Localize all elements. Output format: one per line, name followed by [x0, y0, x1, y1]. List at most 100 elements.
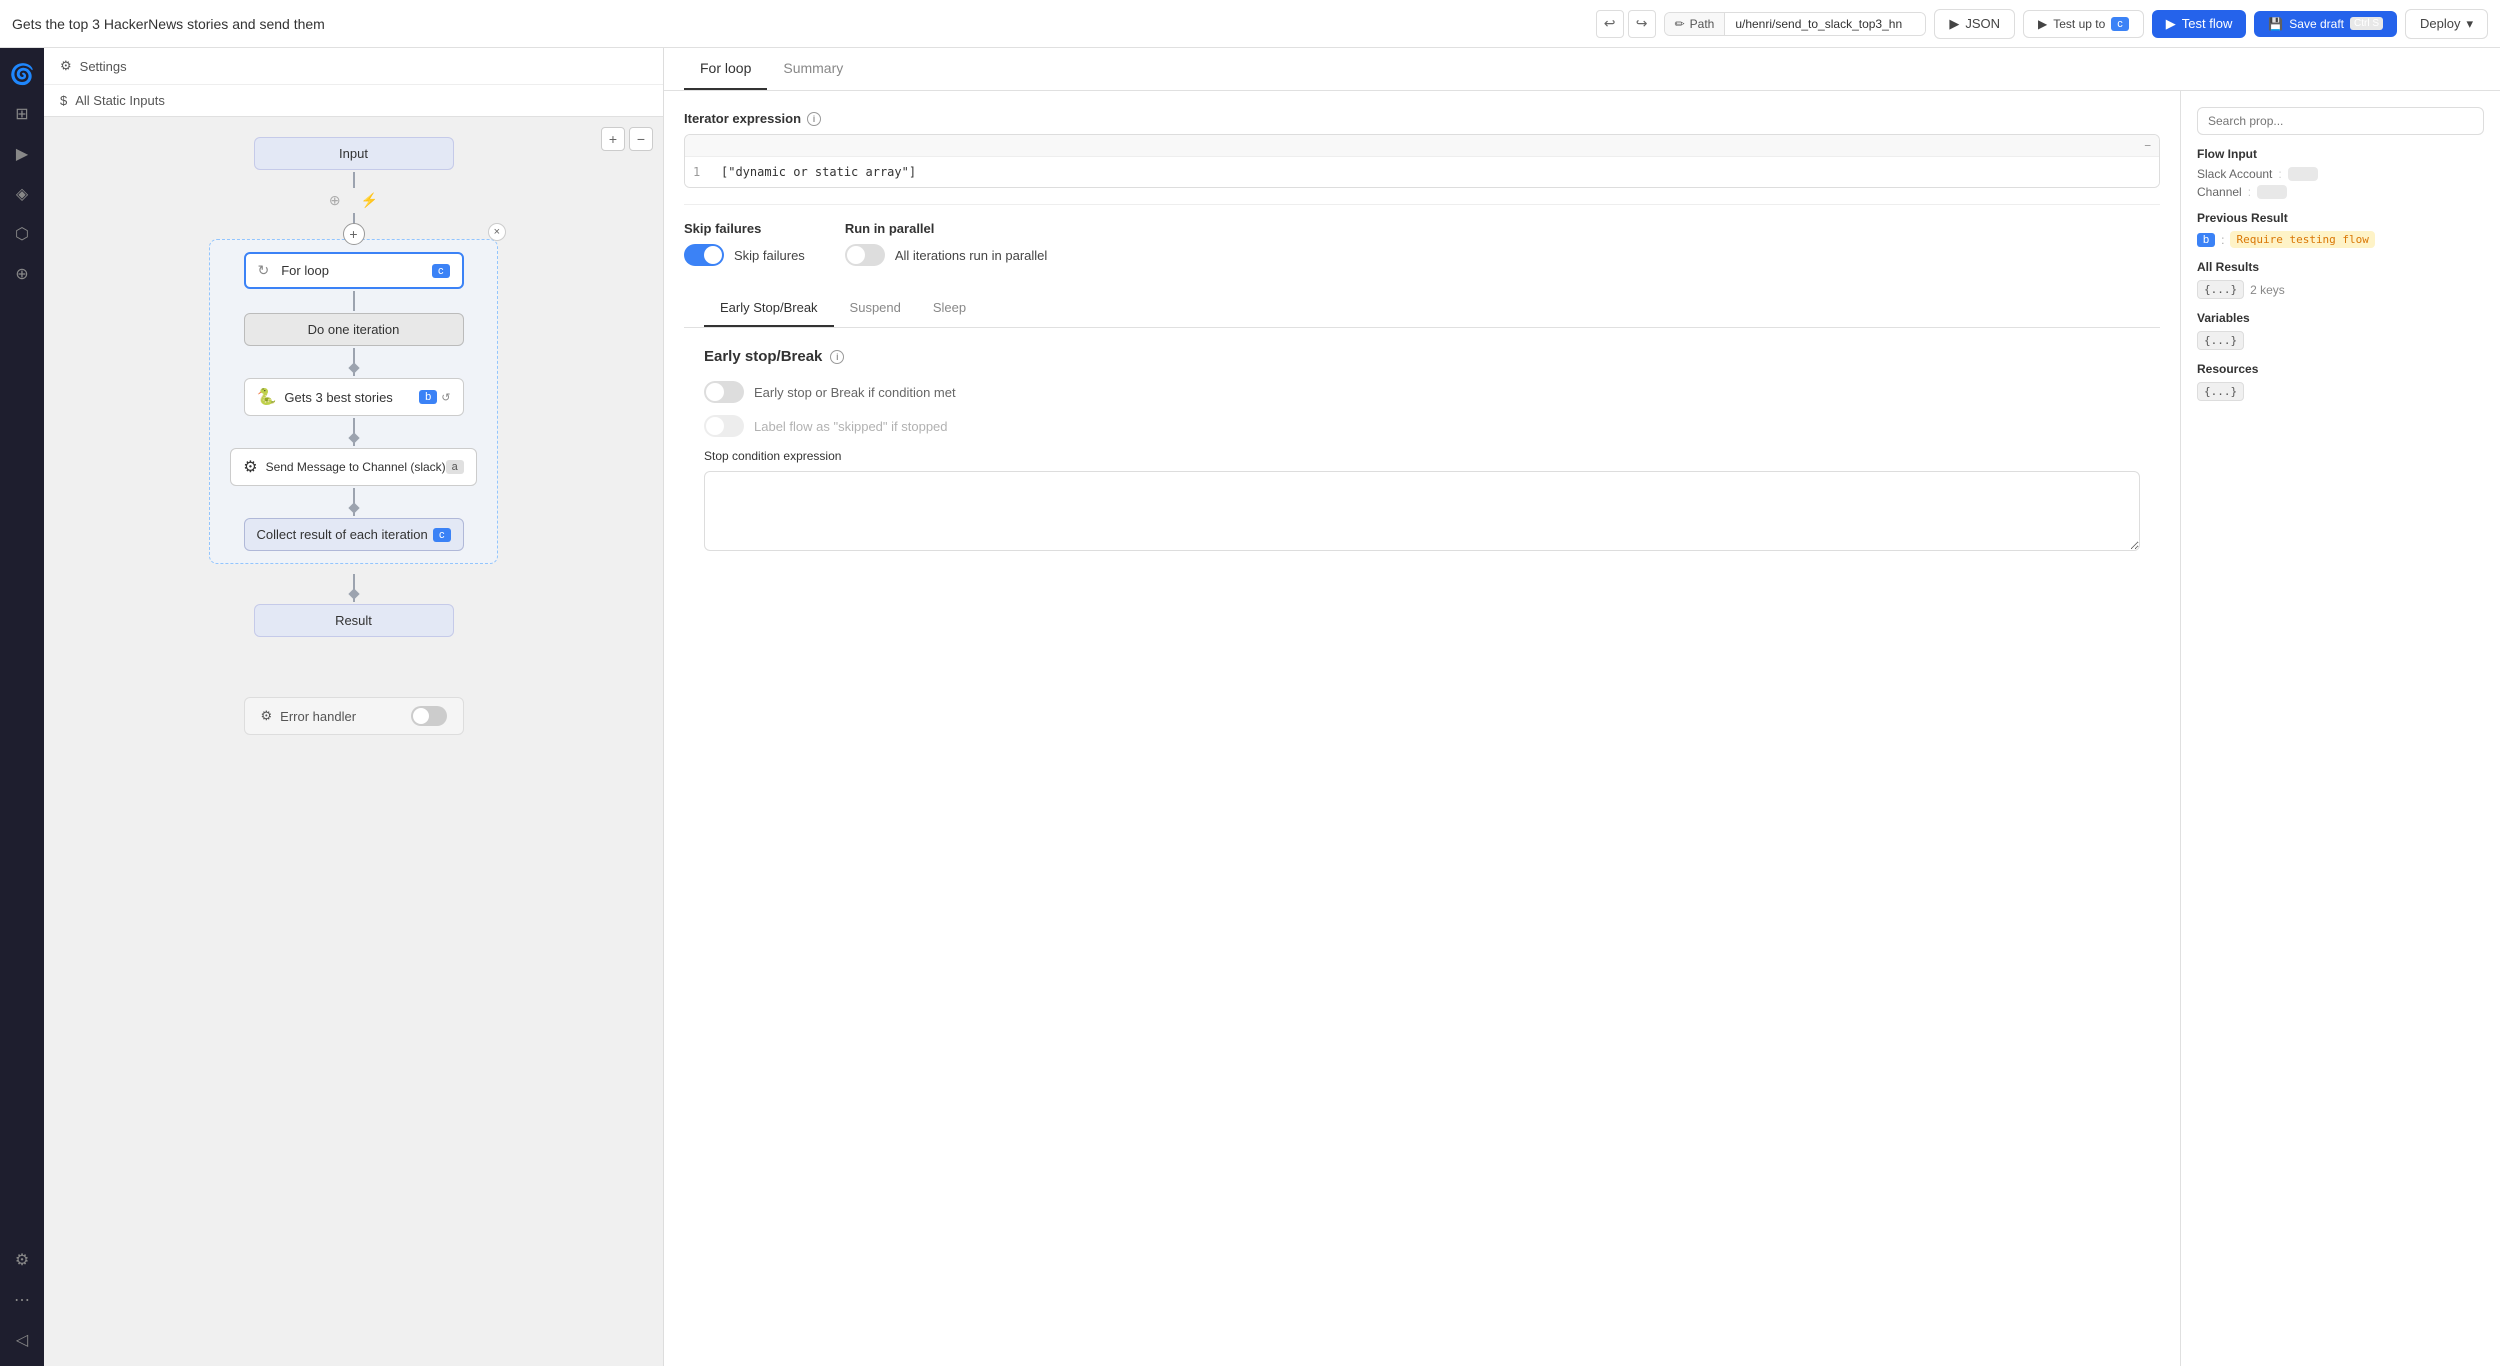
- error-handler-row: ⚙ Error handler: [261, 708, 357, 724]
- skip-failures-row: Skip failures: [684, 244, 805, 266]
- sidebar-icon-collapse[interactable]: ◁: [4, 1322, 40, 1358]
- options-section: Skip failures Skip failures Run in paral…: [684, 221, 2160, 266]
- python-icon: 🐍: [257, 387, 277, 407]
- collect-badge: c: [433, 528, 451, 542]
- tab-sleep[interactable]: Sleep: [917, 290, 982, 327]
- search-prop-input[interactable]: [2197, 107, 2484, 135]
- connector-3: [353, 291, 355, 311]
- tab-for-loop[interactable]: For loop: [684, 48, 767, 90]
- result-node[interactable]: Result: [254, 604, 454, 637]
- prev-result-badge: b: [2197, 233, 2215, 247]
- connector-5: [350, 418, 358, 446]
- undo-redo-group: ↩ ↪: [1596, 10, 1656, 38]
- early-stop-toggle[interactable]: [704, 381, 744, 403]
- early-stop-info-icon[interactable]: i: [830, 350, 844, 364]
- gets-stories-node[interactable]: 🐍 Gets 3 best stories b ↺: [244, 378, 464, 416]
- connector-1: [353, 172, 355, 188]
- skipped-toggle[interactable]: [704, 415, 744, 437]
- pencil-icon: ✏: [1675, 17, 1685, 31]
- slack-account-value: [2288, 167, 2318, 181]
- sidebar-icon-resources[interactable]: ⬡: [4, 216, 40, 252]
- resources-badge: {...}: [2197, 382, 2244, 401]
- flow-title: Gets the top 3 HackerNews stories and se…: [12, 16, 1588, 32]
- test-flow-icon: ▶: [2166, 16, 2176, 32]
- sidebar-icons: 🌀 ⊞ ▶ ◈ ⬡ ⊕ ⚙ ⋯ ◁: [0, 48, 44, 1366]
- panel-main: Iterator expression i − 1 ["dynamic or s…: [664, 91, 2180, 1366]
- sidebar-icon-more[interactable]: ⋯: [4, 1282, 40, 1318]
- early-stop-label: Early stop or Break if condition met: [754, 385, 956, 400]
- main-layout: 🌀 ⊞ ▶ ◈ ⬡ ⊕ ⚙ ⋯ ◁ ⚙ Settings $ All Stati…: [0, 48, 2500, 1366]
- slack-account-key: Slack Account: [2197, 167, 2272, 181]
- send-message-label: Send Message to Channel (slack): [266, 460, 446, 474]
- connector-7: [350, 574, 358, 602]
- lightning-row: ⊕ ⚡: [329, 192, 378, 209]
- topbar: Gets the top 3 HackerNews stories and se…: [0, 0, 2500, 48]
- save-draft-button[interactable]: 💾 Save draft Ctrl S: [2254, 11, 2397, 37]
- early-stop-title: Early stop/Break i: [704, 348, 2140, 365]
- tab-suspend[interactable]: Suspend: [834, 290, 917, 327]
- add-for-loop[interactable]: +: [343, 223, 365, 245]
- all-results-title: All Results: [2197, 260, 2484, 274]
- send-message-node[interactable]: ⚙ Send Message to Channel (slack) a: [230, 448, 477, 486]
- flow-inputs-row[interactable]: $ All Static Inputs: [44, 85, 663, 116]
- flow-canvas: + − Input ⊕ ⚡: [44, 117, 663, 1366]
- sidebar-icon-flows[interactable]: ▶: [4, 136, 40, 172]
- save-icon: 💾: [2268, 17, 2283, 31]
- for-loop-row: ↻ For loop: [258, 262, 329, 279]
- error-handler-toggle[interactable]: [411, 706, 447, 726]
- gets-stories-badge: b: [419, 390, 437, 404]
- json-button[interactable]: ▶ JSON: [1934, 9, 2015, 39]
- for-loop-badge: c: [432, 264, 450, 278]
- code-editor-body[interactable]: 1 ["dynamic or static array"]: [685, 157, 2159, 187]
- for-loop-container: × + ↻ For loop c: [209, 231, 498, 572]
- settings-icon: ⚙: [60, 58, 72, 74]
- collect-node[interactable]: Collect result of each iteration c: [244, 518, 464, 551]
- sidebar-icon-variables[interactable]: ⊕: [4, 256, 40, 292]
- move-icon: ⊕: [329, 192, 341, 209]
- for-loop-node[interactable]: ↻ For loop c: [244, 252, 464, 289]
- variables-section: Variables {...}: [2197, 311, 2484, 350]
- redo-button[interactable]: ↪: [1628, 10, 1656, 38]
- flow-input-title: Flow Input: [2197, 147, 2484, 161]
- tab-early-stop[interactable]: Early Stop/Break: [704, 290, 834, 327]
- collect-label: Collect result of each iteration: [257, 527, 428, 542]
- flow-input-section: Flow Input Slack Account : Channel :: [2197, 147, 2484, 199]
- sidebar-icon-home[interactable]: ⊞: [4, 96, 40, 132]
- test-up-button[interactable]: ▶ Test up to c: [2023, 10, 2144, 38]
- close-for-loop[interactable]: ×: [488, 223, 506, 241]
- skip-failures-toggle[interactable]: [684, 244, 724, 266]
- all-results-section: All Results {...} 2 keys: [2197, 260, 2484, 299]
- path-label: ✏ Path: [1665, 13, 1726, 35]
- loop-inner: ↻ For loop c Do one iteration: [209, 239, 498, 564]
- early-stop-toggle-row: Early stop or Break if condition met: [704, 381, 2140, 403]
- lightning-icon: ⚡: [361, 192, 378, 209]
- resources-section: Resources {...}: [2197, 362, 2484, 401]
- refresh-icon[interactable]: ↺: [441, 391, 450, 404]
- iteration-label: Do one iteration: [308, 322, 400, 337]
- test-flow-button[interactable]: ▶ Test flow: [2152, 10, 2247, 38]
- collapse-code-icon[interactable]: −: [2144, 139, 2151, 152]
- gear-icon: ⚙: [243, 457, 257, 477]
- result-label: Result: [335, 613, 372, 628]
- undo-button[interactable]: ↩: [1596, 10, 1624, 38]
- parallel-toggle[interactable]: [845, 244, 885, 266]
- deploy-button[interactable]: Deploy ▾: [2405, 9, 2488, 39]
- separator-1: [684, 204, 2160, 205]
- error-handler-section: ⚙ Error handler: [64, 697, 643, 735]
- iterator-info-icon[interactable]: i: [807, 112, 821, 126]
- error-handler-node[interactable]: ⚙ Error handler: [244, 697, 464, 735]
- sidebar-icon-settings[interactable]: ⚙: [4, 1242, 40, 1278]
- stop-expr-textarea[interactable]: [704, 471, 2140, 551]
- channel-value: [2257, 185, 2287, 199]
- variables-item: {...}: [2197, 331, 2484, 350]
- iteration-node[interactable]: Do one iteration: [244, 313, 464, 346]
- resources-item: {...}: [2197, 382, 2484, 401]
- panel-tabs: For loop Summary: [664, 48, 2500, 91]
- flow-settings-row[interactable]: ⚙ Settings: [44, 48, 663, 85]
- path-input[interactable]: [1725, 13, 1925, 35]
- tab-summary[interactable]: Summary: [767, 48, 859, 90]
- sidebar-icon-apps[interactable]: ◈: [4, 176, 40, 212]
- input-node[interactable]: Input: [254, 137, 454, 170]
- panel-content: Iterator expression i − 1 ["dynamic or s…: [664, 91, 2500, 1366]
- sidebar-icon-logo[interactable]: 🌀: [4, 56, 40, 92]
